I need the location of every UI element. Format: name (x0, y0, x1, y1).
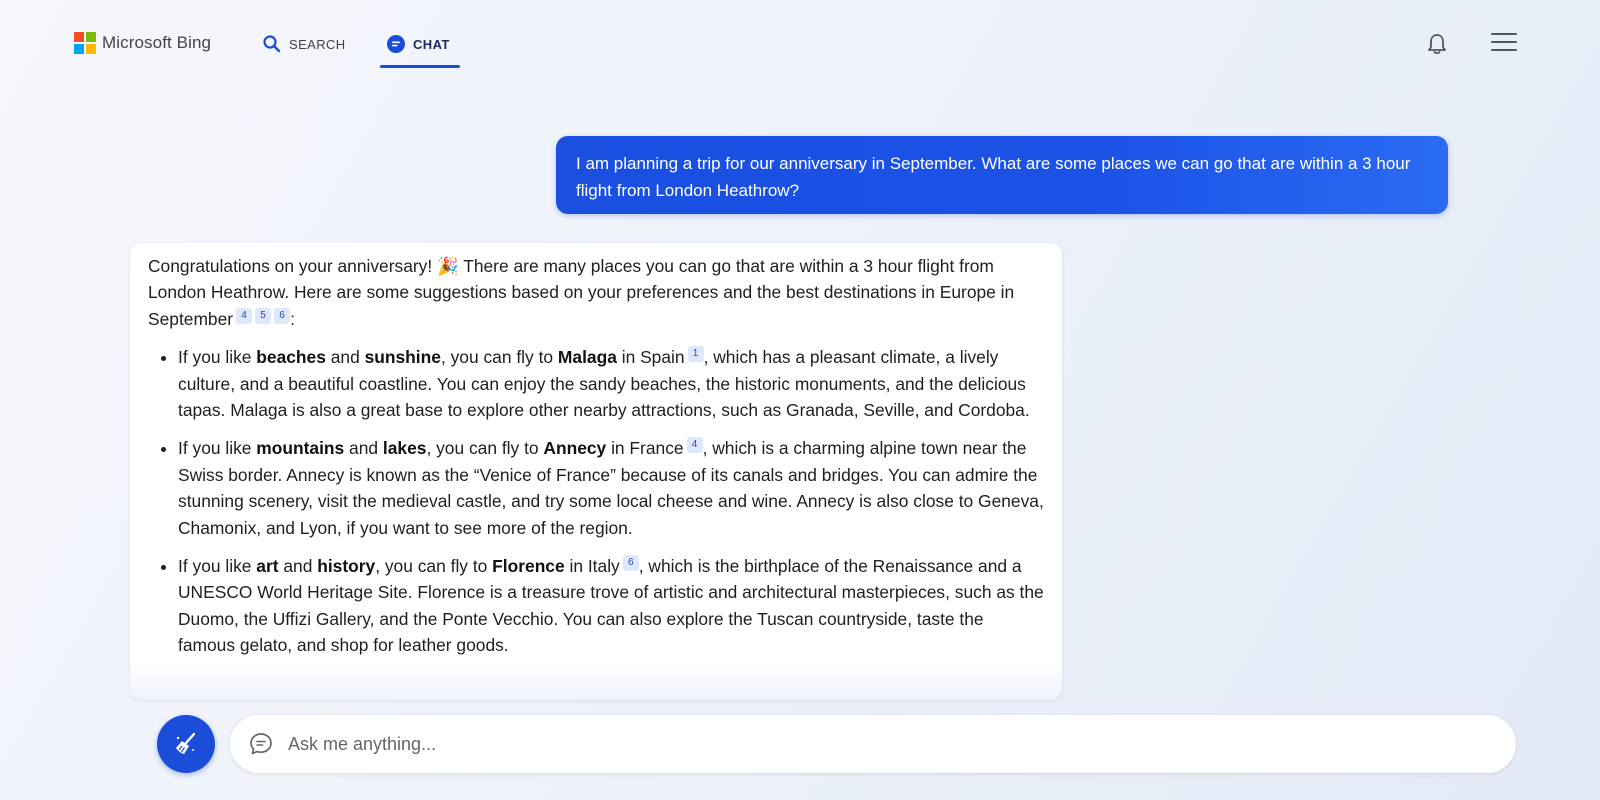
new-topic-button[interactable] (157, 715, 215, 773)
logo-square-red (74, 32, 84, 42)
item-text: , you can fly to (426, 438, 544, 459)
destination-name: Florence (492, 556, 565, 577)
suggestion-item: If you like mountains and lakes, you can… (178, 435, 1044, 541)
item-text: , you can fly to (440, 347, 558, 368)
intro-text: : (290, 308, 295, 329)
search-icon (263, 35, 281, 53)
bell-icon[interactable] (1426, 32, 1448, 56)
microsoft-bing-logo[interactable]: Microsoft Bing (74, 32, 211, 54)
user-message: I am planning a trip for our anniversary… (556, 136, 1448, 214)
item-text: in France (606, 438, 684, 459)
broom-icon (176, 732, 196, 754)
destination-name: Malaga (557, 347, 617, 368)
suggestion-list: If you like beaches and sunshine, you ca… (148, 344, 1044, 658)
logo-square-green (86, 32, 96, 42)
tab-chat[interactable]: CHAT (380, 26, 460, 68)
scroll-fade-overlay (130, 660, 1062, 700)
item-text: in Italy (564, 556, 620, 577)
citation-badge[interactable]: 4 (236, 307, 253, 324)
item-text: If you like (178, 347, 257, 368)
bot-intro: Congratulations on your anniversary! 🎉 T… (148, 253, 1044, 332)
intro-text: Congratulations on your anniversary! (148, 256, 438, 276)
item-text: If you like (178, 556, 257, 577)
keyword: art (256, 556, 279, 577)
item-text: and (344, 438, 383, 459)
item-text: and (325, 347, 365, 368)
hamburger-menu-icon[interactable] (1491, 33, 1517, 53)
citation-badge[interactable]: 4 (686, 437, 703, 454)
keyword: beaches (256, 347, 326, 368)
tab-search[interactable]: SEARCH (262, 26, 346, 62)
suggestion-item: If you like art and history, you can fly… (178, 553, 1044, 659)
bot-response-card: Congratulations on your anniversary! 🎉 T… (130, 243, 1062, 700)
menu-line (1491, 41, 1517, 43)
citation-badge[interactable]: 6 (622, 555, 639, 572)
microsoft-logo-icon (74, 32, 96, 54)
logo-square-yellow (86, 44, 96, 54)
citation-badge[interactable]: 5 (255, 307, 272, 324)
keyword: mountains (256, 438, 345, 459)
top-navigation-bar: Microsoft Bing SEARCH CHAT (0, 0, 1600, 80)
tab-chat-label: CHAT (413, 36, 450, 52)
item-text: and (278, 556, 318, 577)
logo-square-blue (74, 44, 84, 54)
menu-line (1491, 33, 1517, 35)
chat-outline-icon (250, 733, 272, 755)
citation-badge[interactable]: 1 (687, 346, 704, 363)
keyword: history (317, 556, 376, 577)
chat-input[interactable] (286, 732, 1390, 756)
party-emoji-icon: 🎉 (437, 256, 459, 276)
tab-search-label: SEARCH (289, 36, 346, 52)
item-text: If you like (178, 438, 257, 459)
citation-badge[interactable]: 6 (274, 307, 291, 324)
item-text: , you can fly to (375, 556, 493, 577)
menu-line (1491, 49, 1517, 51)
brand-name: Microsoft Bing (102, 33, 212, 52)
chat-bubble-icon (387, 35, 405, 53)
keyword: lakes (382, 438, 427, 459)
chat-input-box[interactable] (230, 715, 1516, 773)
item-text: in Spain (616, 347, 685, 368)
keyword: sunshine (364, 347, 441, 368)
destination-name: Annecy (543, 438, 607, 459)
suggestion-item: If you like beaches and sunshine, you ca… (178, 344, 1044, 423)
